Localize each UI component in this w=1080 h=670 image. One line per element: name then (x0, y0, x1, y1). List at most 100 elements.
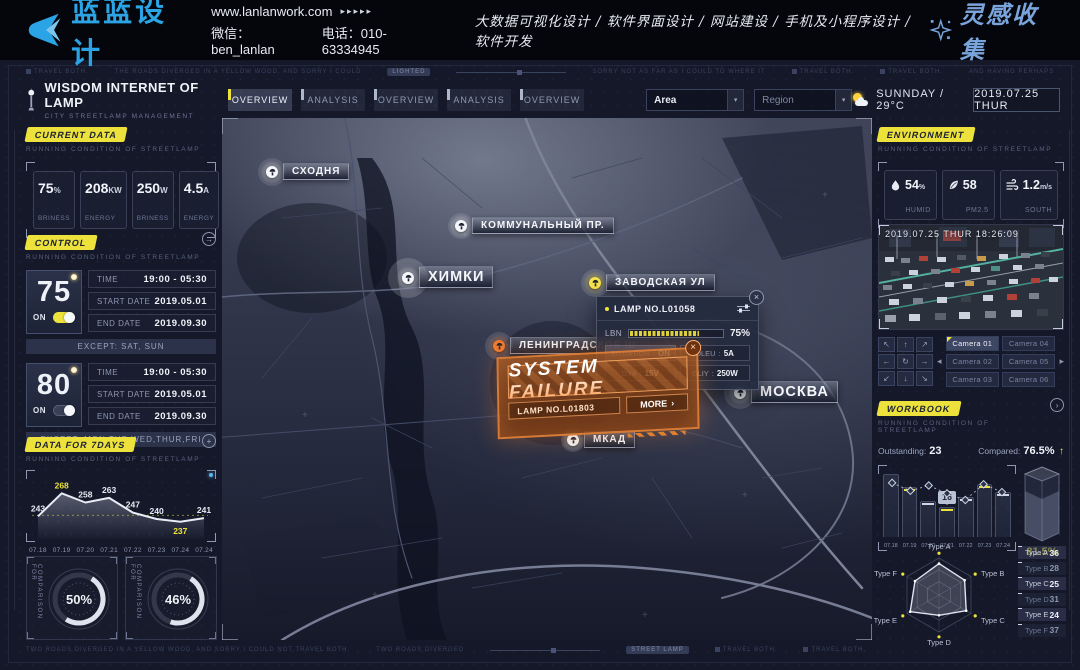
sliders-icon[interactable] (737, 304, 750, 313)
map-label-2[interactable]: ХИМКИ (419, 266, 493, 288)
panel-more-icon[interactable]: › (1050, 398, 1064, 412)
traffic-scene (879, 225, 1063, 329)
type-row-1[interactable]: Type A36 (1018, 546, 1066, 559)
row-label: END DATE (97, 319, 141, 328)
panel-label: CURRENT DATA (24, 127, 127, 142)
decor-text: TRAVEL BOTH. (880, 69, 943, 75)
svg-text:+: + (642, 610, 648, 621)
stat-energy: 4.5AENERGY (179, 171, 219, 229)
stat-energy: 208KWENERGY (80, 171, 127, 229)
pan-up-left-icon[interactable]: ↖ (878, 337, 895, 352)
pan-down-left-icon[interactable]: ↙ (878, 371, 895, 386)
level-box: 80ON (26, 363, 82, 427)
checkbox-icon (803, 647, 808, 652)
area-select[interactable]: Area ▾ (646, 89, 744, 111)
map-label-0[interactable]: СХОДНЯ (283, 163, 349, 180)
dashboard-topbar: WISDOM INTERNET OF LAMP CITY STREETLAMP … (26, 84, 1060, 116)
wind-icon (1006, 179, 1019, 191)
schedule-row-start-date[interactable]: START DATE2019.05.01 (88, 292, 216, 310)
map-label-1[interactable]: КОММУНАЛЬНЫЙ ПР. (472, 217, 614, 234)
nav-tabs: OVERVIEW ANALYSIS OVERVIEW ANALYSIS OVERVIEW (228, 89, 584, 111)
city-map[interactable]: +++ +++ СХОДНЯКОММУНАЛЬНЫЙ ПР.ХИМКИЗАВОД… (222, 118, 872, 640)
map-pin-2[interactable] (396, 266, 420, 290)
tab-analysis-1[interactable]: ANALYSIS (301, 89, 365, 111)
reset-icon[interactable]: ↻ (897, 354, 914, 369)
schedule-row-time[interactable]: TIME19:00 - 05:30 (88, 270, 216, 288)
pan-down-right-icon[interactable]: ↘ (916, 371, 933, 386)
decor-line (490, 650, 600, 651)
schedule-row-end-date[interactable]: END DATE2019.09.30 (88, 407, 216, 425)
website-link[interactable]: www.lanlanwork.com (211, 4, 332, 19)
chevron-down-icon: ▾ (835, 90, 851, 110)
power-toggle[interactable] (53, 405, 75, 416)
map-label-3[interactable]: ЗАВОДСКАЯ УЛ (606, 274, 715, 291)
type-row-4[interactable]: Type D31 (1018, 593, 1066, 606)
map-pin-0[interactable] (260, 160, 284, 184)
camera-button-6[interactable]: Camera 06 (1002, 372, 1055, 387)
checkbox-icon (792, 69, 797, 74)
inspiration-collect[interactable]: 灵感收集 (929, 0, 1054, 65)
dashboard: TRAVEL BOTH.THE ROADS DIVERGED IN A YELL… (0, 60, 1080, 670)
screenshot-root: 蓝蓝设计 www.lanlanwork.com ▸▸▸▸▸ 微信：ben_lan… (0, 0, 1080, 670)
camera-button-5[interactable]: Camera 05 (1002, 354, 1055, 369)
weather-widget: SUNNDAY / 29°C (852, 88, 957, 112)
tab-overview-2[interactable]: OVERVIEW (374, 89, 438, 111)
schedule: 80ON TIME19:00 - 05:30 START DATE2019.05.0… (26, 363, 216, 427)
type-row-5[interactable]: Type E24 (1018, 608, 1066, 621)
map-pin-3[interactable] (583, 271, 607, 295)
close-icon[interactable]: × (749, 290, 764, 305)
schedule-group-0: 75ONTIME19:00 - 05:30START DATE2019.05.0… (26, 270, 216, 354)
lamp-id: LAMP NO.L01058 (614, 304, 732, 314)
x-tick: 07.19 (50, 547, 74, 554)
arrows-decor: ▸▸▸▸▸ (340, 6, 373, 17)
pan-right-icon[interactable]: → (916, 354, 933, 369)
panel-camera: 2019.07.25 THUR 18:26:09 ↖↑↗ ←↻→ ↙↓↘ ◂ Cam… (878, 224, 1064, 387)
schedule-row-time[interactable]: TIME19:00 - 05:30 (88, 363, 216, 381)
prev-cameras-icon[interactable]: ◂ (937, 356, 942, 367)
more-button[interactable]: MORE › (626, 393, 688, 413)
tab-overview-0[interactable]: OVERVIEW (228, 89, 292, 111)
type-list: Type A36 Type B28 Type C25 Type D31 Type E24… (1018, 546, 1066, 653)
camera-button-1[interactable]: Camera 01 (946, 336, 999, 351)
type-row-3[interactable]: Type C25 (1018, 577, 1066, 590)
lamp-dot-icon (71, 274, 77, 280)
power-toggle[interactable] (53, 312, 75, 323)
pan-left-icon[interactable]: ← (878, 354, 895, 369)
brand[interactable]: 蓝蓝设计 (26, 0, 187, 72)
map-pin-1[interactable] (449, 214, 473, 238)
bar-value: 75% (730, 328, 750, 339)
pan-up-icon[interactable]: ↑ (897, 337, 914, 352)
x-tick: 07.24 (192, 547, 216, 554)
schedule-row-start-date[interactable]: START DATE2019.05.01 (88, 385, 216, 403)
tab-overview-4[interactable]: OVERVIEW (520, 89, 584, 111)
row-value: 19:00 - 05:30 (143, 367, 207, 378)
workbook-bar-07.23 (977, 484, 993, 537)
camera-button-3[interactable]: Camera 03 (946, 372, 999, 387)
next-cameras-icon[interactable]: ▸ (1059, 356, 1064, 367)
pan-down-icon[interactable]: ↓ (897, 371, 914, 386)
brand-name: 蓝蓝设计 (71, 0, 187, 72)
schedule-row-end-date[interactable]: END DATE2019.09.30 (88, 314, 216, 332)
region-select[interactable]: Region ▾ (754, 89, 852, 111)
phone-number: 电话：010-63334945 (322, 23, 433, 57)
comparison-gauge-0: COMPARISON FOR50% (26, 556, 118, 640)
tab-analysis-3[interactable]: ANALYSIS (447, 89, 511, 111)
decor-text: TWO ROADS DIVERGED (376, 647, 464, 653)
camera-button-2[interactable]: Camera 02 (946, 354, 999, 369)
svg-text:Type D: Type D (927, 638, 951, 647)
camera-feed[interactable]: 2019.07.25 THUR 18:26:09 (878, 224, 1064, 330)
radar-chart: Type AType BType CType DType EType F (864, 538, 1014, 653)
bar-cap (904, 489, 916, 491)
pan-up-right-icon[interactable]: ↗ (916, 337, 933, 352)
camera-button-4[interactable]: Camera 04 (1002, 336, 1055, 351)
bar-track[interactable] (628, 329, 724, 338)
env-stat-pm2.5: 58PM2.5 (942, 170, 995, 220)
map-pin-4[interactable] (487, 334, 511, 358)
type-row-6[interactable]: Type F37 (1018, 624, 1066, 637)
map-label-6[interactable]: МОСКВА (751, 381, 838, 403)
panel-add-icon[interactable]: + (202, 434, 216, 448)
env-stat-south: 1.2m/sSOUTH (1000, 170, 1058, 220)
type-row-2[interactable]: Type B28 (1018, 562, 1066, 575)
checkbox-icon (880, 69, 885, 74)
panel-action-icon[interactable]: → (202, 232, 216, 246)
